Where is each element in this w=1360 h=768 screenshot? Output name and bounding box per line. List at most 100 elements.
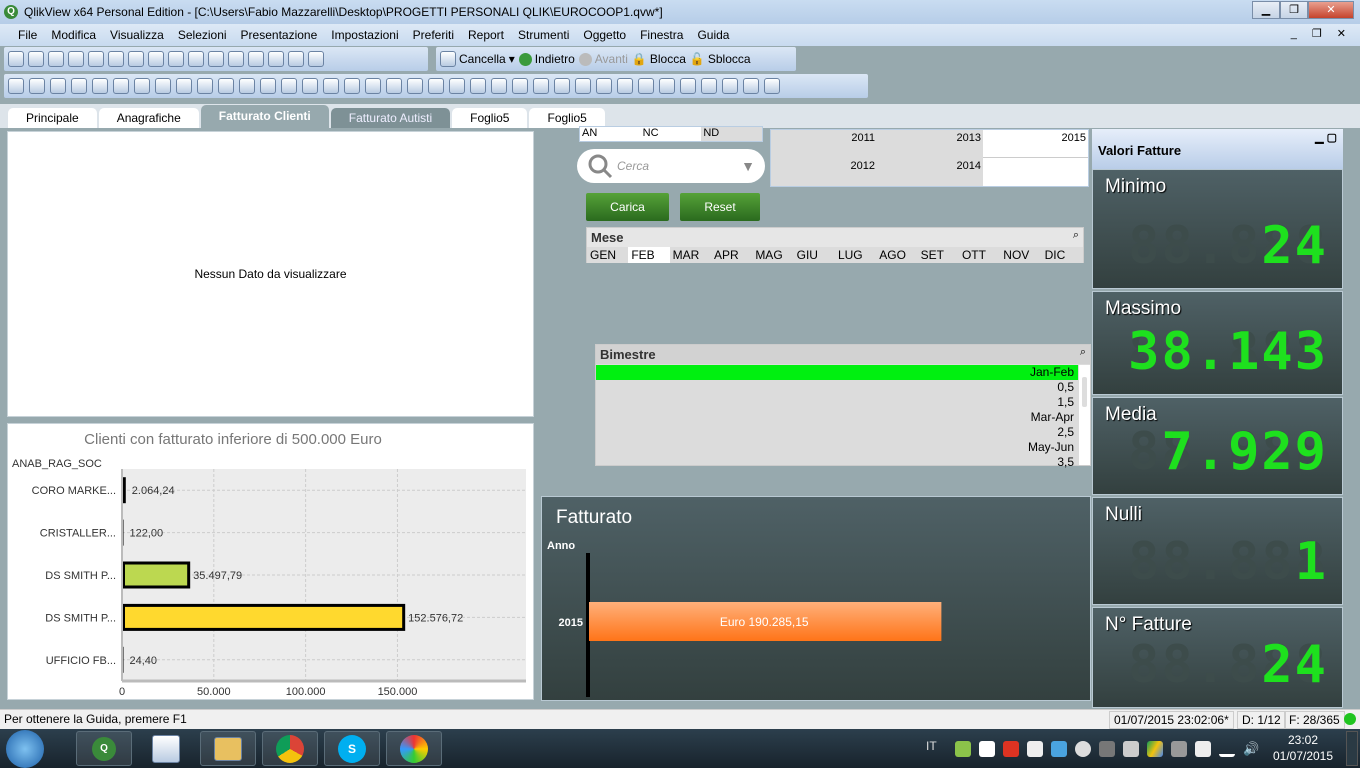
carica-button[interactable]: Carica [586,193,669,221]
language-indicator[interactable]: IT [926,739,937,753]
search-icon[interactable] [188,51,204,67]
button-object-icon[interactable] [239,78,255,94]
multibox-icon[interactable] [155,78,171,94]
bimestre-item[interactable]: 1,5 [596,395,1078,410]
menu-visualizza[interactable]: Visualizza [110,28,164,42]
custom-object-icon[interactable] [386,78,402,94]
tray-sync-icon[interactable] [955,741,971,757]
align-bottom-icon[interactable] [533,78,549,94]
bimestre-item[interactable]: 0,5 [596,380,1078,395]
indietro-button[interactable]: Indietro [518,52,575,66]
panel-window-controls[interactable]: ▁ ▢ [1315,131,1337,144]
user-icon[interactable] [680,78,696,94]
tray-action-center-icon[interactable] [1195,741,1211,757]
statistics-box-icon[interactable] [113,78,129,94]
star-icon[interactable] [248,51,264,67]
current-selections-icon[interactable] [218,78,234,94]
web-view-icon[interactable] [764,78,780,94]
mese-item-mag[interactable]: MAG [752,247,793,263]
adjust-top-icon[interactable] [659,78,675,94]
tray-app-icon[interactable] [1099,741,1115,757]
space-horizontal-icon[interactable] [617,78,633,94]
align-top-icon[interactable] [575,78,591,94]
chevron-down-icon[interactable]: ▼ [741,158,755,174]
slider-icon[interactable] [302,78,318,94]
properties-icon[interactable] [268,51,284,67]
edit-icon[interactable] [722,78,738,94]
undo-icon[interactable] [148,51,164,67]
year-2011[interactable]: 2011 [771,130,877,158]
kpi-0[interactable]: Minimo 88.888 24 [1092,169,1343,289]
reload-data-icon[interactable] [128,51,144,67]
reload-icon[interactable] [48,51,64,67]
bimestre-item[interactable]: 2,5 [596,425,1078,440]
chart-icon[interactable] [176,78,192,94]
mese-item-set[interactable]: SET [918,247,959,263]
table-box-icon[interactable] [134,78,150,94]
format-painter-icon[interactable] [428,78,444,94]
year-2014[interactable]: 2014 [877,158,983,186]
bimestre-scrollbar[interactable] [1079,365,1090,465]
container-icon[interactable] [365,78,381,94]
sheet-properties-icon[interactable] [71,78,87,94]
tab-fatturato-autisti[interactable]: Fatturato Autisti [330,108,451,128]
minimize-button[interactable]: ▁ [1252,1,1280,19]
search-box[interactable]: Cerca ▼ [577,149,765,183]
demote-sheet-icon[interactable] [50,78,66,94]
tray-signal-icon[interactable] [1219,741,1235,757]
type-item-an[interactable]: AN [580,127,641,141]
bimestre-item[interactable]: Jan-Feb [596,365,1078,380]
menu-oggetto[interactable]: Oggetto [583,28,626,42]
mese-item-ott[interactable]: OTT [959,247,1000,263]
show-desktop-button[interactable] [1346,731,1358,766]
menu-report[interactable]: Report [468,28,504,42]
tab-anagrafiche[interactable]: Anagrafiche [98,108,199,128]
mese-item-dic[interactable]: DIC [1042,247,1083,263]
tray-volume-icon[interactable]: 🔊 [1243,741,1259,757]
menu-finestra[interactable]: Finestra [640,28,683,42]
qlikview-taskbar-app[interactable]: Q [76,731,132,766]
cancella-button[interactable]: Cancella ▾ [440,51,515,67]
redo-icon[interactable] [168,51,184,67]
align-right-icon[interactable] [512,78,528,94]
bimestre-item[interactable]: Mar-Apr [596,410,1078,425]
mese-item-giu[interactable]: GIU [794,247,835,263]
kpi-4[interactable]: N° Fatture 88.888 24 [1092,607,1343,708]
grid-icon[interactable] [449,78,465,94]
kpi-2[interactable]: Media 88.888 7.929 [1092,397,1343,495]
empty-chart[interactable]: Nessun Dato da visualizzare [7,131,534,417]
mese-item-ago[interactable]: AGO [876,247,917,263]
align-left-icon[interactable] [470,78,486,94]
promote-sheet-icon[interactable] [29,78,45,94]
mese-item-lug[interactable]: LUG [835,247,876,263]
search-icon[interactable]: ⌕ [1073,229,1079,242]
menu-modifica[interactable]: Modifica [51,28,96,42]
avanti-button[interactable]: Avanti [578,52,628,66]
kpi-3[interactable]: Nulli 88.888 1 [1092,497,1343,605]
year-2015[interactable]: 2015 [983,130,1088,158]
menu-guida[interactable]: Guida [697,28,729,42]
quick-chart-icon[interactable] [407,78,423,94]
align-middle-icon[interactable] [554,78,570,94]
input-box-icon[interactable] [197,78,213,94]
menu-selezioni[interactable]: Selezioni [178,28,227,42]
bar[interactable] [122,603,406,631]
clienti-chart[interactable]: Clienti con fatturato inferiore di 500.0… [7,423,534,700]
start-button[interactable] [6,730,44,768]
chrome-taskbar-app[interactable] [262,731,318,766]
context-help-icon[interactable] [308,51,324,67]
text-object-icon[interactable] [260,78,276,94]
print-icon[interactable] [88,51,104,67]
reset-button[interactable]: Reset [680,193,760,221]
bimestre-item[interactable]: 3,5 [596,455,1078,470]
close-button[interactable]: ✕ [1308,1,1354,19]
mese-item-nov[interactable]: NOV [1000,247,1041,263]
search-icon[interactable]: ⌕ [1080,346,1086,359]
mese-item-apr[interactable]: APR [711,247,752,263]
search-object-icon[interactable] [344,78,360,94]
clock[interactable]: 23:02 01/07/2015 [1268,732,1338,764]
save-icon[interactable] [68,51,84,67]
bookmark-object-icon[interactable] [323,78,339,94]
year-2012[interactable]: 2012 [771,158,877,186]
new-sheet-icon[interactable] [8,78,24,94]
